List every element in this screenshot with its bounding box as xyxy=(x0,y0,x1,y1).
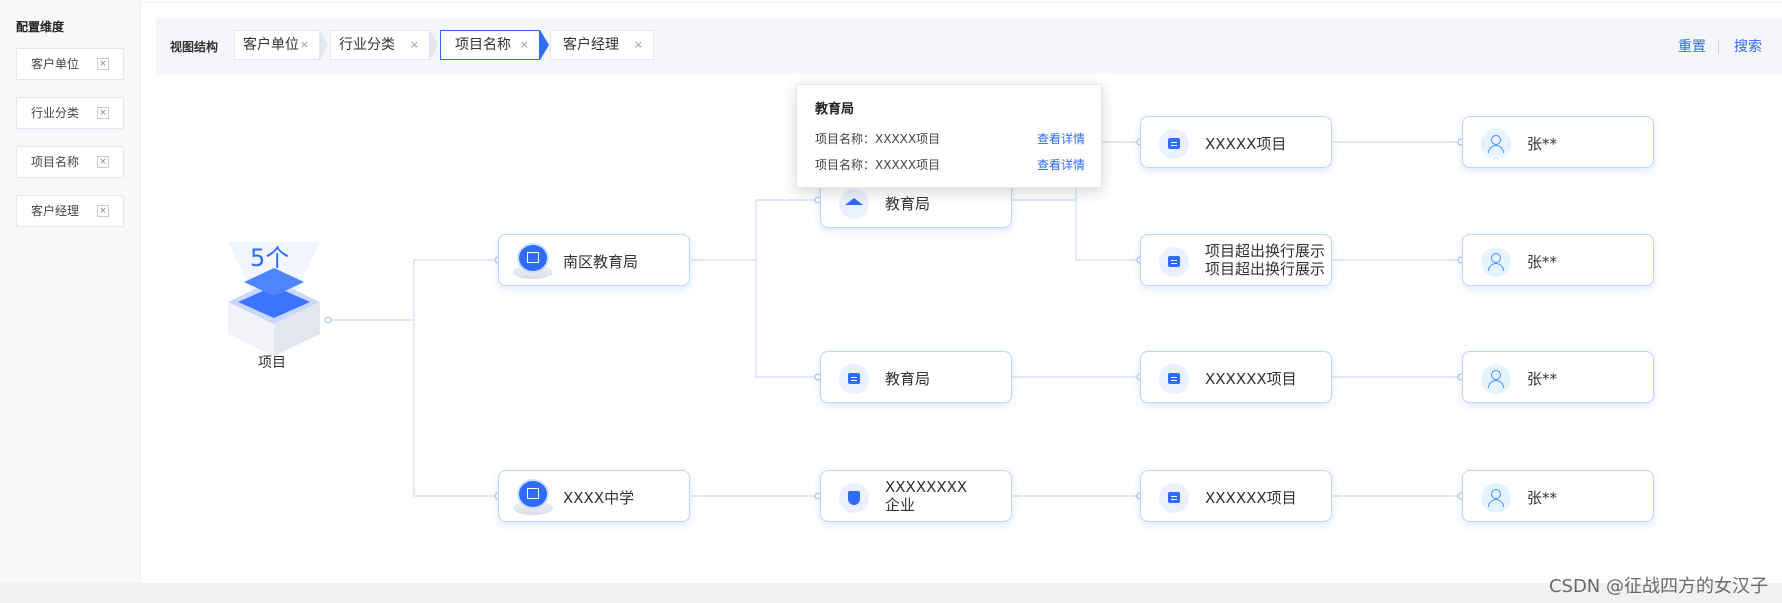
node-project-1[interactable]: XXXXX项目 xyxy=(1140,116,1332,168)
node-manager-3[interactable]: 张** xyxy=(1462,351,1654,403)
node-label: XXXXXX项目 xyxy=(1205,489,1297,507)
shield-icon xyxy=(839,483,869,513)
watermark: CSDN @征战四方的女汉子 xyxy=(1548,576,1768,597)
node-label-line2: 项目超出换行展示 xyxy=(1205,260,1326,278)
port-dot xyxy=(324,316,332,324)
connector-root-l1a xyxy=(328,259,498,321)
node-label-line1: XXXXXXXX xyxy=(885,478,968,496)
node-manager-4[interactable]: 张** xyxy=(1462,470,1654,522)
node-label: XXXX中学 xyxy=(563,489,635,507)
node-label: 张** xyxy=(1527,253,1558,271)
tooltip-row-text: 项目名称：XXXXX项目 xyxy=(815,158,941,172)
node-label: XXXXX项目 xyxy=(1205,135,1287,153)
user-icon xyxy=(1481,364,1511,394)
user-icon xyxy=(1481,129,1511,159)
graduation-cap-icon xyxy=(839,189,869,219)
document-icon xyxy=(1159,129,1189,159)
node-label: 张** xyxy=(1527,370,1558,388)
node-customer-south-district[interactable]: 南区教育局 xyxy=(498,234,690,286)
node-project-2[interactable]: 项目超出换行展示 项目超出换行展示 xyxy=(1140,234,1332,286)
node-label: XXXXXXXX 企业 xyxy=(885,478,967,514)
node-manager-1[interactable]: 张** xyxy=(1462,116,1654,168)
node-label: XXXXXX项目 xyxy=(1205,370,1297,388)
root-node-label[interactable]: 项目 xyxy=(258,352,286,372)
node-label-line1: 项目超出换行展示 xyxy=(1205,242,1326,260)
node-label: 教育局 xyxy=(885,195,931,213)
node-label: 张** xyxy=(1527,135,1558,153)
node-industry-enterprise[interactable]: XXXXXXXX 企业 xyxy=(820,470,1012,522)
node-label: 张** xyxy=(1527,489,1558,507)
node-project-3[interactable]: XXXXXX项目 xyxy=(1140,351,1332,403)
document-icon xyxy=(1159,364,1189,394)
connector-root-l1b xyxy=(413,320,498,497)
connector-l1-l2b xyxy=(755,260,818,378)
node-label: 项目超出换行展示 项目超出换行展示 xyxy=(1205,242,1325,278)
view-details-link[interactable]: 查看详情 xyxy=(1037,156,1085,173)
footer-band xyxy=(0,583,1782,603)
school-icon xyxy=(517,479,549,509)
node-industry-education-2[interactable]: 教育局 xyxy=(820,351,1012,403)
user-icon xyxy=(1481,483,1511,513)
document-icon xyxy=(1159,247,1189,277)
document-icon xyxy=(1159,483,1189,513)
user-icon xyxy=(1481,247,1511,277)
tooltip-row-text: 项目名称：XXXXX项目 xyxy=(815,132,941,146)
tooltip-title: 教育局 xyxy=(815,102,855,117)
building-icon xyxy=(517,243,549,273)
connector-l2-l3b xyxy=(1075,200,1140,261)
project-count: 5个 xyxy=(250,244,290,272)
connector-l1-l2a xyxy=(691,199,818,261)
node-label: 南区教育局 xyxy=(563,253,639,271)
node-customer-school[interactable]: XXXX中学 xyxy=(498,470,690,522)
node-manager-2[interactable]: 张** xyxy=(1462,234,1654,286)
view-details-link[interactable]: 查看详情 xyxy=(1037,130,1085,147)
node-project-4[interactable]: XXXXXX项目 xyxy=(1140,470,1332,522)
node-detail-tooltip: 教育局 项目名称：XXXXX项目 查看详情 项目名称：XXXXX项目 查看详情 xyxy=(796,84,1102,188)
folder-icon xyxy=(839,364,869,394)
node-label-line2: 企业 xyxy=(885,496,916,514)
node-label: 教育局 xyxy=(885,370,931,388)
